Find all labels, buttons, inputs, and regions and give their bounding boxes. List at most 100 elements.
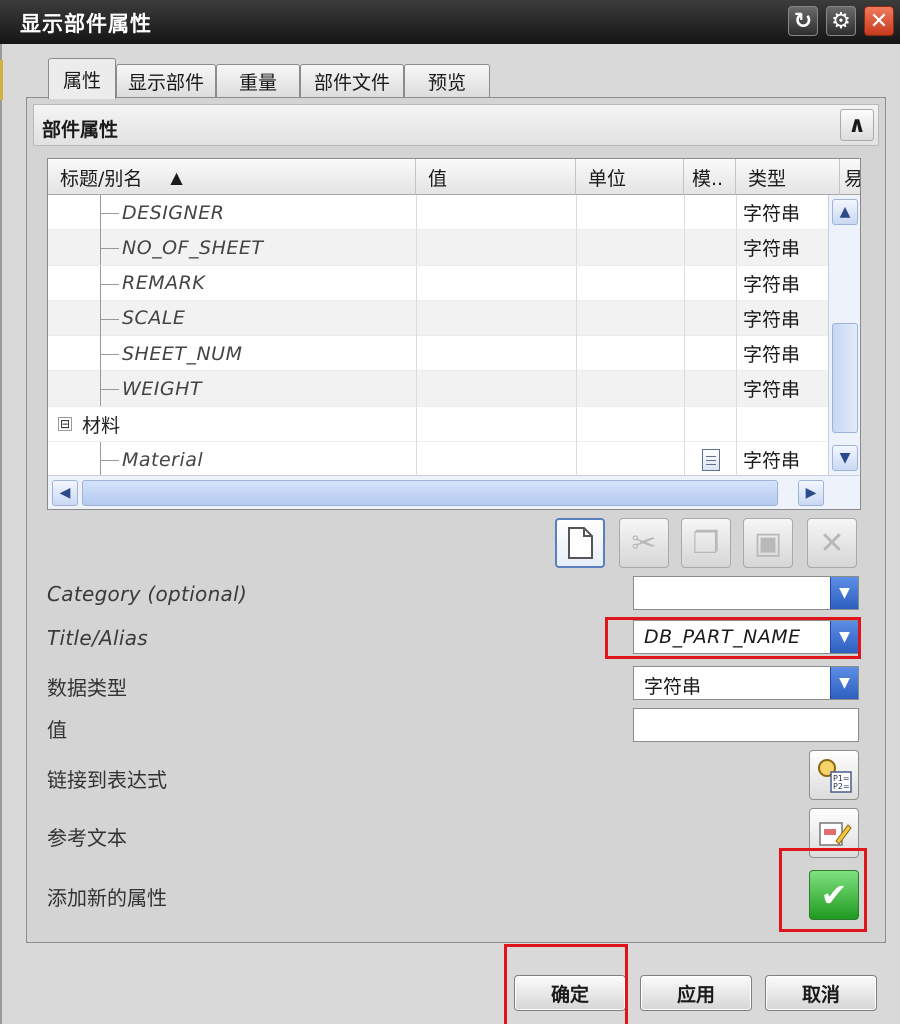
attributes-panel: 部件属性 ∧ 标题/别名 ▲ 值 单位 模.. 类型 易 DESIGNER 字符… — [26, 97, 886, 943]
category-dropdown[interactable]: ▼ — [633, 576, 859, 610]
reference-text-label: 参考文本 — [47, 826, 127, 850]
row-name: NO_OF_SHEET — [122, 236, 264, 259]
close-icon[interactable]: ✕ — [864, 6, 894, 36]
copy-icon: ❐ — [692, 525, 720, 561]
row-value — [416, 336, 576, 372]
row-unit — [576, 371, 684, 407]
apply-button[interactable]: 应用 — [640, 975, 752, 1011]
svg-text:P2=: P2= — [833, 782, 850, 791]
column-header-value[interactable]: 值 — [416, 159, 576, 195]
column-header-title[interactable]: 标题/别名 ▲ — [48, 159, 416, 195]
table-row[interactable]: SCALE 字符串 — [48, 300, 828, 337]
tab-attributes[interactable]: 属性 — [48, 58, 116, 99]
row-name-cell: SHEET_NUM — [48, 336, 416, 372]
group-title: 部件属性 — [42, 119, 119, 141]
row-unit — [576, 300, 684, 336]
group-header: 部件属性 ∧ — [33, 104, 879, 146]
column-header-extra[interactable]: 易 — [840, 159, 860, 195]
table-row[interactable]: REMARK 字符串 — [48, 265, 828, 301]
title-alias-highlight — [605, 617, 861, 659]
tab-weight[interactable]: 重量 — [216, 64, 300, 98]
copy-button[interactable]: ❐ — [681, 518, 731, 568]
row-value — [416, 195, 576, 230]
chevron-down-icon[interactable]: ▼ — [830, 577, 858, 609]
row-name: SCALE — [122, 307, 186, 330]
column-title-label: 标题/别名 — [60, 167, 143, 190]
row-type: 字符串 — [736, 442, 828, 478]
table-row[interactable]: DESIGNER 字符串 — [48, 195, 828, 231]
table-body: DESIGNER 字符串 NO_OF_SHEET 字符串 REMARK 字符串 … — [48, 195, 828, 478]
row-name: Material — [122, 448, 204, 471]
row-template — [684, 265, 736, 301]
chevron-down-icon[interactable]: ▼ — [830, 667, 858, 699]
category-name-cell: ⊟ 材料 — [48, 407, 416, 442]
link-expression-button[interactable]: P1= P2= — [809, 750, 859, 800]
tree-connector — [100, 300, 120, 336]
row-name: SHEET_NUM — [122, 342, 243, 365]
row-name-cell: Material — [48, 442, 416, 478]
paste-button[interactable]: ▣ — [743, 518, 793, 568]
new-document-icon — [568, 527, 593, 559]
row-value — [416, 371, 576, 407]
paste-icon: ▣ — [753, 525, 783, 561]
column-header-type[interactable]: 类型 — [736, 159, 840, 195]
column-header-unit[interactable]: 单位 — [576, 159, 684, 195]
row-type: 字符串 — [736, 265, 828, 301]
tab-display-part[interactable]: 显示部件 — [116, 64, 216, 98]
row-unit — [576, 230, 684, 266]
delete-button[interactable]: ✕ — [807, 518, 857, 568]
value-field[interactable] — [633, 708, 859, 742]
row-value — [416, 230, 576, 266]
horizontal-scrollbar[interactable]: ◀ ▶ — [48, 475, 860, 509]
row-template — [684, 230, 736, 266]
delete-icon: ✕ — [819, 525, 845, 561]
collapse-button[interactable]: ∧ — [840, 109, 874, 141]
row-name-cell: WEIGHT — [48, 371, 416, 407]
scroll-right-icon[interactable]: ▶ — [798, 480, 824, 506]
table-header: 标题/别名 ▲ 值 单位 模.. 类型 易 — [48, 159, 860, 195]
scroll-thumb-horizontal[interactable] — [82, 480, 778, 506]
add-attribute-highlight — [779, 848, 867, 932]
new-attribute-button[interactable] — [555, 518, 605, 568]
scroll-thumb[interactable] — [832, 323, 858, 433]
tab-preview[interactable]: 预览 — [404, 64, 490, 98]
row-type: 字符串 — [736, 371, 828, 407]
table-row[interactable]: SHEET_NUM 字符串 — [48, 336, 828, 372]
doc-icon — [701, 448, 720, 471]
data-type-dropdown[interactable]: 字符串 ▼ — [633, 666, 859, 700]
row-value — [416, 265, 576, 301]
row-value — [416, 442, 576, 478]
vertical-scrollbar[interactable]: ▲ ▼ — [828, 195, 860, 475]
tab-part-file[interactable]: 部件文件 — [300, 64, 404, 98]
collapse-tree-icon[interactable]: ⊟ — [58, 417, 72, 432]
row-name-cell: SCALE — [48, 300, 416, 336]
scroll-up-icon[interactable]: ▲ — [832, 199, 858, 225]
gear-icon[interactable]: ⚙ — [826, 6, 856, 36]
row-type: 字符串 — [736, 195, 828, 230]
row-name: REMARK — [122, 272, 206, 295]
table-row[interactable]: NO_OF_SHEET 字符串 — [48, 230, 828, 266]
row-value — [416, 406, 576, 442]
row-unit — [576, 265, 684, 301]
table-row[interactable]: Material 字符串 — [48, 442, 828, 478]
sort-ascending-icon: ▲ — [170, 167, 183, 187]
table-row[interactable]: WEIGHT 字符串 — [48, 371, 828, 407]
row-unit — [576, 195, 684, 230]
row-template — [684, 442, 736, 478]
cut-button[interactable]: ✂ — [619, 518, 669, 568]
row-unit — [576, 336, 684, 372]
reset-icon[interactable]: ↻ — [788, 6, 818, 36]
scroll-left-icon[interactable]: ◀ — [52, 480, 78, 506]
column-header-template[interactable]: 模.. — [684, 159, 736, 195]
row-type: 字符串 — [736, 336, 828, 372]
data-type-value: 字符串 — [644, 676, 702, 698]
table-category-row[interactable]: ⊟ 材料 — [48, 406, 828, 443]
cancel-button[interactable]: 取消 — [765, 975, 877, 1011]
row-type: 字符串 — [736, 230, 828, 266]
window-title: 显示部件属性 — [20, 12, 152, 36]
row-name: DESIGNER — [122, 201, 225, 224]
scroll-down-icon[interactable]: ▼ — [832, 445, 858, 471]
tree-connector — [100, 195, 120, 230]
expression-icon: P1= P2= — [818, 759, 852, 793]
row-template — [684, 300, 736, 336]
